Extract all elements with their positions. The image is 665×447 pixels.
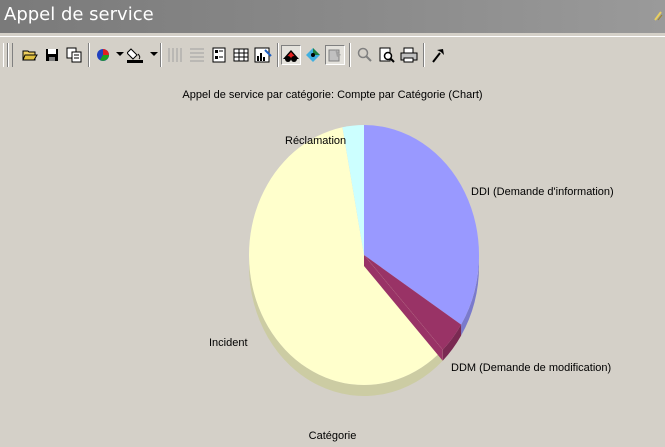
window-title: Appel de service: [4, 4, 154, 25]
toolbar-separator: [277, 43, 279, 67]
print-icon[interactable]: [399, 45, 419, 65]
legend-icon[interactable]: [209, 45, 229, 65]
3d-view-icon[interactable]: [281, 45, 301, 65]
save-icon[interactable]: [42, 45, 62, 65]
chart-type-dropdown[interactable]: [116, 52, 124, 56]
chart-wizard-icon[interactable]: [253, 45, 273, 65]
chart-toolbar: [0, 36, 665, 76]
window-icon: [654, 11, 663, 21]
copy-icon[interactable]: [64, 45, 84, 65]
pie-slice-label: DDM (Demande de modification): [451, 362, 612, 374]
horizontal-gridlines-icon[interactable]: [187, 45, 207, 65]
toolbar-separator: [349, 43, 351, 67]
zoom-icon[interactable]: [355, 45, 375, 65]
data-table-icon[interactable]: [231, 45, 251, 65]
open-folder-icon[interactable]: [20, 45, 40, 65]
pie-chart[interactable]: [0, 75, 665, 447]
toolbar-grip[interactable]: [8, 43, 13, 67]
chart-type-icon[interactable]: [93, 45, 113, 65]
chart-x-label: Catégorie: [308, 430, 357, 442]
pie-slice-label: Réclamation: [285, 135, 347, 147]
fill-color-icon[interactable]: [126, 45, 146, 65]
toolbar-separator: [423, 43, 425, 67]
pie-slice-label: DDI (Demande d'information): [471, 186, 614, 198]
rotate-icon[interactable]: [303, 45, 323, 65]
format-icon[interactable]: [325, 45, 345, 65]
chart-area: Appel de service par catégorie: Compte p…: [0, 75, 665, 447]
title-bar: Appel de service: [0, 0, 665, 33]
vertical-gridlines-icon[interactable]: [165, 45, 185, 65]
print-preview-icon[interactable]: [377, 45, 397, 65]
toolbar-separator: [88, 43, 90, 67]
toolbar-separator: [160, 43, 162, 67]
fill-color-dropdown[interactable]: [150, 52, 158, 56]
pie-slice-label: Incident: [209, 337, 248, 349]
tools-icon[interactable]: [428, 45, 448, 65]
